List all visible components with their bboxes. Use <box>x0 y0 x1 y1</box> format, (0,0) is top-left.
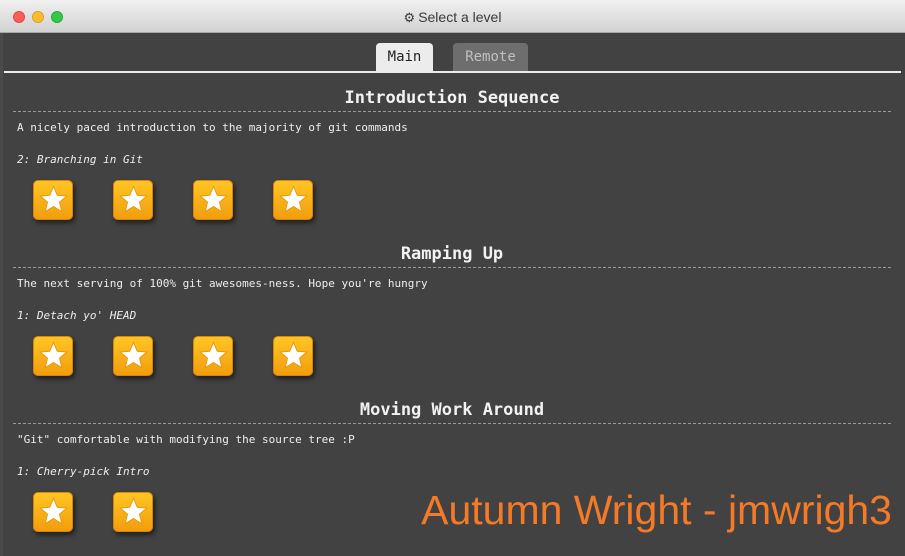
watermark-text: Autumn Wright - jmwrigh3 <box>421 487 892 533</box>
sequence-divider <box>13 111 891 112</box>
tab-bar: Main Remote <box>0 43 905 72</box>
tab-main[interactable]: Main <box>376 43 433 71</box>
sequence-description: A nicely paced introduction to the major… <box>17 121 408 134</box>
gear-icon: ⚙ <box>403 10 416 25</box>
level-star-button[interactable] <box>273 336 313 376</box>
level-star-button[interactable] <box>33 180 73 220</box>
level-star-button[interactable] <box>193 180 233 220</box>
level-select-window: ⚙ Select a level Main Remote Introduction… <box>0 0 905 556</box>
sequence-introduction: Introduction Sequence A nicely paced int… <box>13 87 891 220</box>
tab-remote[interactable]: Remote <box>453 43 528 71</box>
sequence-divider <box>13 423 891 424</box>
star-icon <box>279 341 308 369</box>
sequence-ramping-up: Ramping Up The next serving of 100% git … <box>13 243 891 376</box>
current-level-label: 2: Branching in Git <box>17 153 143 166</box>
current-level-label: 1: Cherry-pick Intro <box>17 465 150 478</box>
sequence-divider <box>13 267 891 268</box>
star-icon <box>279 185 308 213</box>
window-title-text: Select a level <box>418 9 502 25</box>
sequence-description: The next serving of 100% git awesomes-ne… <box>17 277 428 290</box>
sequence-title: Introduction Sequence <box>344 88 560 108</box>
title-bar: ⚙ Select a level <box>0 0 905 33</box>
star-icon <box>119 341 148 369</box>
sequence-title: Ramping Up <box>400 244 504 264</box>
star-icon <box>39 341 68 369</box>
level-star-button[interactable] <box>193 336 233 376</box>
window-edge <box>0 33 3 556</box>
level-star-button[interactable] <box>33 336 73 376</box>
current-level-label: 1: Detach yo' HEAD <box>17 309 137 322</box>
star-icon <box>119 185 148 213</box>
level-star-button[interactable] <box>113 180 153 220</box>
level-star-button[interactable] <box>113 492 153 532</box>
level-star-button[interactable] <box>273 180 313 220</box>
sequence-description: "Git" comfortable with modifying the sou… <box>17 433 355 446</box>
star-icon <box>119 497 148 525</box>
sequence-moving-work-around: Moving Work Around "Git" comfortable wit… <box>13 399 891 532</box>
level-star-button[interactable] <box>113 336 153 376</box>
star-icon <box>199 341 228 369</box>
star-icon <box>39 497 68 525</box>
sequence-title: Moving Work Around <box>359 400 545 420</box>
star-icon <box>199 185 228 213</box>
star-icon <box>39 185 68 213</box>
level-star-button[interactable] <box>33 492 73 532</box>
window-title: ⚙ Select a level <box>0 9 905 26</box>
tab-divider <box>4 71 901 73</box>
